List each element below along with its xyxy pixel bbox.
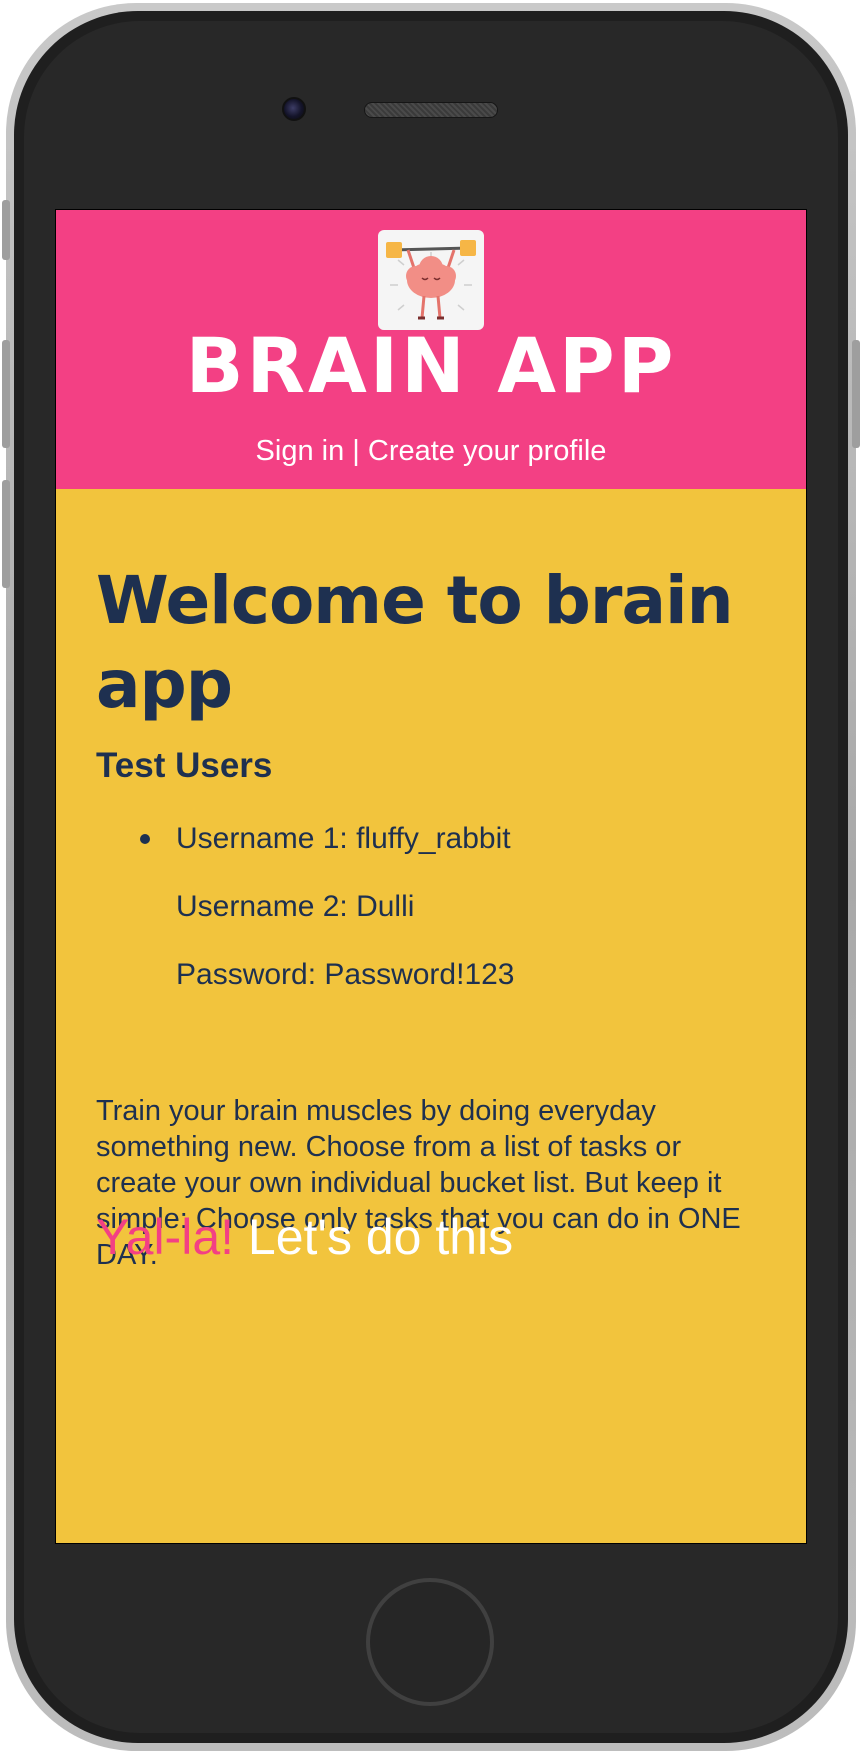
- volume-down-button: [2, 480, 10, 588]
- cta-text: Let's do this: [234, 1209, 514, 1265]
- app-screen: BRAIN APP Sign in | Create your profile …: [55, 209, 807, 1544]
- create-profile-link[interactable]: Create your profile: [368, 435, 607, 467]
- front-camera: [282, 97, 306, 121]
- app-title: BRAIN APP: [185, 321, 677, 410]
- auth-links: Sign in | Create your profile: [56, 434, 806, 469]
- home-button[interactable]: [366, 1578, 494, 1706]
- test-user-text: Password: Password!123: [176, 958, 515, 991]
- list-item: Username 2: Dulli: [96, 887, 515, 955]
- power-button: [852, 340, 860, 448]
- sign-in-link[interactable]: Sign in: [256, 435, 345, 467]
- test-users-list: Username 1: fluffy_rabbit Username 2: Du…: [96, 819, 515, 1023]
- app-header: BRAIN APP Sign in | Create your profile: [56, 210, 806, 489]
- list-item: Username 1: fluffy_rabbit: [96, 819, 515, 887]
- test-user-text: Username 2: Dulli: [176, 890, 415, 923]
- auth-separator: |: [344, 435, 368, 467]
- volume-up-button: [2, 340, 10, 448]
- call-to-action: Yal-la! Let's do this: [96, 1207, 513, 1267]
- list-item: Password: Password!123: [96, 955, 515, 1023]
- cta-accent-text: Yal-la!: [96, 1209, 235, 1265]
- test-user-text: Username 1: fluffy_rabbit: [176, 822, 511, 855]
- welcome-heading: Welcome to brain app: [96, 562, 734, 723]
- mute-switch: [2, 200, 10, 260]
- earpiece-speaker: [364, 102, 498, 118]
- brain-lifting-weights-icon[interactable]: [378, 230, 484, 330]
- bullet-icon: [140, 834, 150, 844]
- test-users-title: Test Users: [96, 746, 273, 785]
